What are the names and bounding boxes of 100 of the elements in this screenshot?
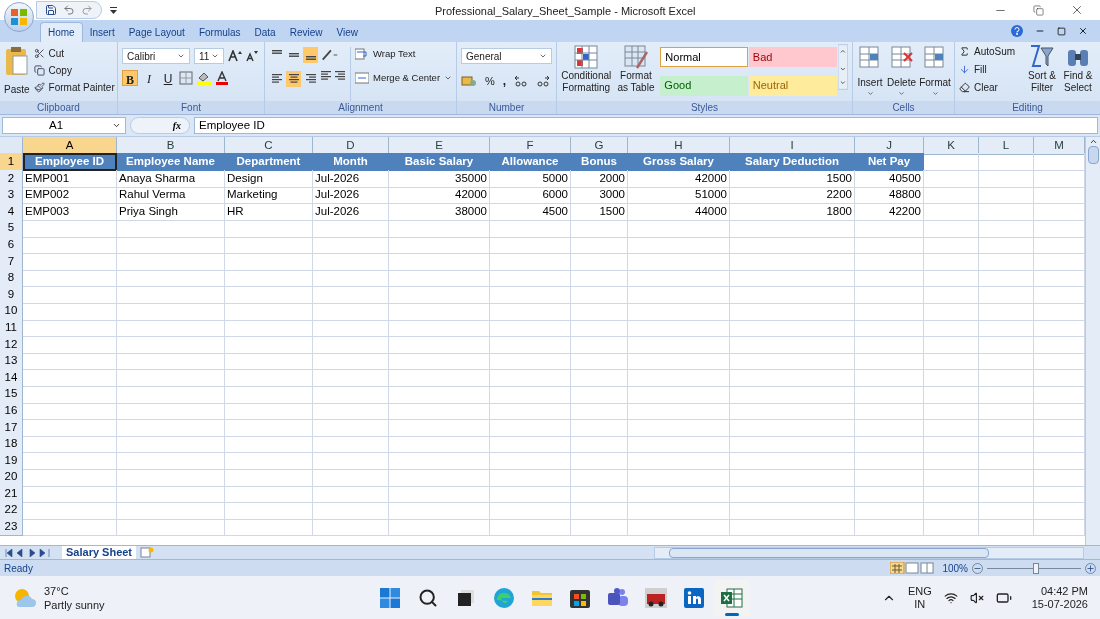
- table-cell[interactable]: 42000: [389, 186, 490, 205]
- empty-cell[interactable]: [628, 335, 730, 354]
- empty-cell[interactable]: [924, 518, 979, 537]
- insert-sheet-icon[interactable]: [140, 547, 155, 558]
- empty-cell[interactable]: [855, 418, 924, 437]
- empty-cell[interactable]: [855, 501, 924, 520]
- empty-cell[interactable]: [855, 235, 924, 255]
- empty-cell[interactable]: [730, 385, 855, 404]
- task-view-icon[interactable]: [457, 588, 475, 607]
- empty-cell[interactable]: [225, 484, 313, 504]
- empty-cell[interactable]: [730, 501, 855, 520]
- empty-cell[interactable]: [389, 235, 490, 255]
- table-cell[interactable]: 38000: [389, 202, 490, 222]
- increase-indent-icon[interactable]: [334, 71, 346, 81]
- empty-cell[interactable]: [313, 235, 389, 255]
- empty-cell[interactable]: [117, 418, 225, 437]
- empty-cell[interactable]: [730, 285, 855, 304]
- empty-cell[interactable]: [490, 518, 571, 537]
- comma-button[interactable]: ,: [502, 72, 507, 90]
- empty-cell[interactable]: [628, 252, 730, 271]
- empty-cell[interactable]: [389, 468, 490, 487]
- empty-cell[interactable]: [490, 335, 571, 354]
- empty-cell[interactable]: [490, 501, 571, 520]
- empty-cell[interactable]: [855, 451, 924, 470]
- empty-cell[interactable]: [571, 385, 628, 404]
- dropdown-caret-icon[interactable]: [112, 121, 121, 130]
- empty-cell[interactable]: [730, 219, 855, 238]
- empty-cell[interactable]: [117, 468, 225, 487]
- column-heading-cell[interactable]: Employee Name: [117, 153, 225, 172]
- empty-cell[interactable]: [855, 302, 924, 321]
- empty-cell[interactable]: [117, 285, 225, 304]
- table-cell[interactable]: 40500: [855, 169, 924, 188]
- empty-cell[interactable]: [855, 518, 924, 537]
- empty-cell[interactable]: [117, 302, 225, 321]
- table-cell[interactable]: Jul-2026: [313, 186, 389, 205]
- empty-cell[interactable]: [628, 302, 730, 321]
- empty-cell[interactable]: [313, 368, 389, 387]
- table-cell[interactable]: 1500: [571, 202, 628, 222]
- wifi-icon[interactable]: [943, 590, 958, 605]
- empty-cell[interactable]: [313, 269, 389, 288]
- table-cell[interactable]: Jul-2026: [313, 169, 389, 188]
- empty-cell[interactable]: [924, 269, 979, 288]
- insert-function-button[interactable]: fx: [172, 118, 181, 133]
- scroll-up-icon[interactable]: [1088, 137, 1098, 146]
- empty-cell[interactable]: [571, 302, 628, 321]
- table-cell[interactable]: Marketing: [225, 186, 313, 205]
- empty-cell[interactable]: [490, 401, 571, 421]
- empty-cell[interactable]: [490, 468, 571, 487]
- column-header[interactable]: M: [1034, 137, 1085, 156]
- grow-font-icon[interactable]: [228, 50, 242, 62]
- empty-cell[interactable]: [389, 368, 490, 387]
- empty-cell[interactable]: [924, 501, 979, 520]
- empty-cell[interactable]: [117, 518, 225, 537]
- empty-cell[interactable]: [924, 219, 979, 238]
- ribbon-tab[interactable]: Page Layout: [121, 22, 192, 42]
- empty-cell[interactable]: [313, 219, 389, 238]
- scroll-arrows-icon[interactable]: [838, 44, 848, 90]
- empty-cell[interactable]: [389, 451, 490, 470]
- ribbon-tab[interactable]: Home: [40, 22, 83, 42]
- currency-icon[interactable]: [461, 75, 477, 87]
- format-button[interactable]: Format: [920, 45, 950, 101]
- column-heading-cell[interactable]: Month: [313, 153, 389, 172]
- empty-cell[interactable]: [490, 252, 571, 271]
- empty-cell[interactable]: [855, 468, 924, 487]
- empty-cell[interactable]: [571, 435, 628, 454]
- row-header[interactable]: 20: [0, 468, 23, 487]
- empty-cell[interactable]: [979, 269, 1034, 288]
- empty-cell[interactable]: [730, 468, 855, 487]
- empty-cell[interactable]: [117, 352, 225, 371]
- empty-cell[interactable]: [628, 484, 730, 504]
- empty-cell[interactable]: [389, 269, 490, 288]
- empty-cell[interactable]: [490, 219, 571, 238]
- empty-cell[interactable]: [855, 484, 924, 504]
- empty-cell[interactable]: [730, 352, 855, 371]
- empty-cell[interactable]: [855, 435, 924, 454]
- empty-cell[interactable]: [924, 368, 979, 387]
- empty-cell[interactable]: [628, 285, 730, 304]
- empty-cell[interactable]: [571, 235, 628, 255]
- customize-toolbar-icon[interactable]: [110, 6, 117, 14]
- clear-button[interactable]: Clear: [959, 80, 1023, 95]
- empty-cell[interactable]: [571, 501, 628, 520]
- empty-cell[interactable]: [979, 468, 1034, 487]
- table-cell[interactable]: Anaya Sharma: [117, 169, 225, 188]
- row-header[interactable]: 23: [0, 518, 23, 537]
- empty-cell[interactable]: [855, 401, 924, 421]
- empty-cell[interactable]: [730, 401, 855, 421]
- formula-field[interactable]: Employee ID: [194, 117, 1098, 134]
- empty-cell[interactable]: [225, 235, 313, 255]
- column-header[interactable]: L: [979, 137, 1034, 156]
- ribbon-tab[interactable]: Formulas: [191, 22, 248, 42]
- empty-cell[interactable]: [628, 401, 730, 421]
- merge-center-button[interactable]: Merge & Center: [355, 71, 453, 86]
- empty-cell[interactable]: [117, 385, 225, 404]
- empty-cell[interactable]: [979, 169, 1034, 188]
- empty-cell[interactable]: [117, 318, 225, 338]
- empty-cell[interactable]: [924, 202, 979, 222]
- empty-cell[interactable]: [225, 435, 313, 454]
- empty-cell[interactable]: [924, 401, 979, 421]
- empty-cell[interactable]: [571, 285, 628, 304]
- empty-cell[interactable]: [389, 352, 490, 371]
